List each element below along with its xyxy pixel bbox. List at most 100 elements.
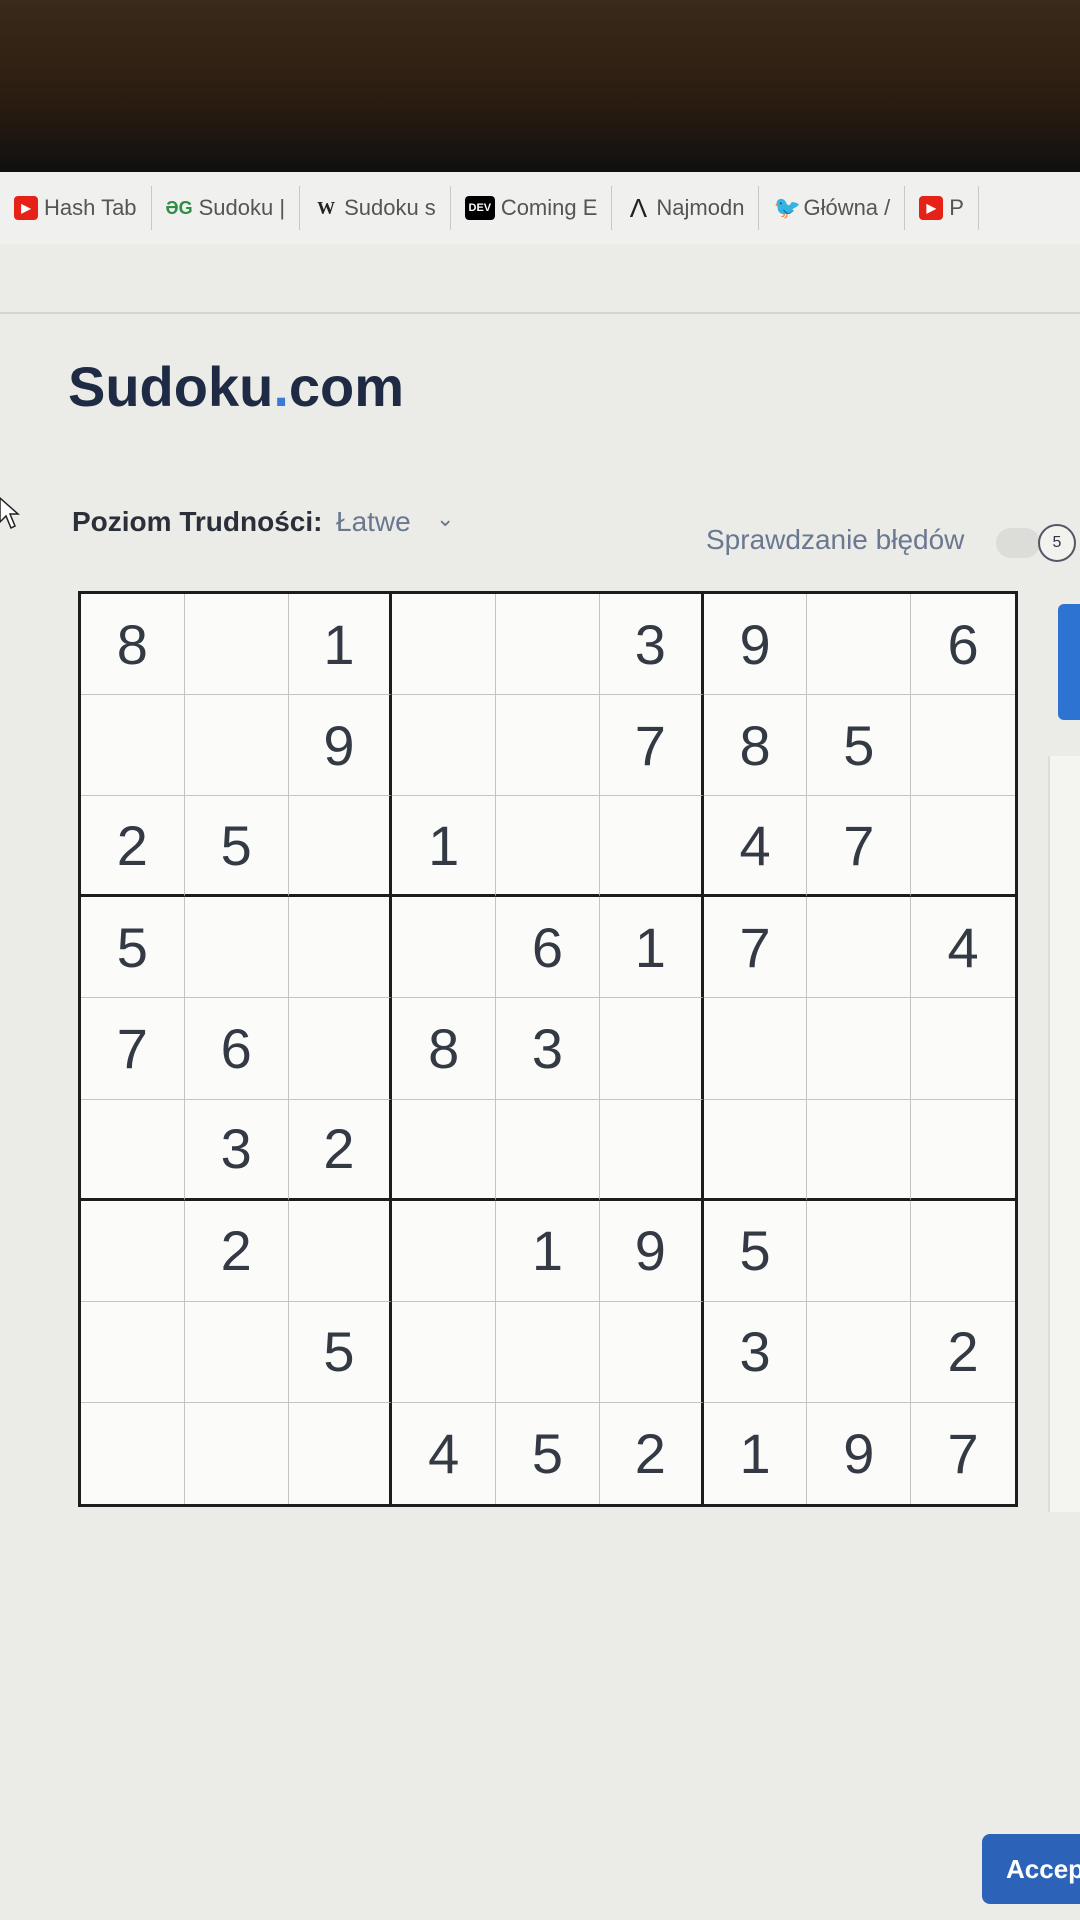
bookmark-gfg-sudoku[interactable]: ƏG Sudoku |: [152, 186, 301, 230]
sudoku-cell[interactable]: [392, 1301, 497, 1403]
sudoku-cell[interactable]: 5: [496, 1402, 600, 1504]
sudoku-cell[interactable]: [807, 594, 912, 696]
sudoku-cell[interactable]: 2: [911, 1302, 1015, 1403]
error-check-toggle[interactable]: [996, 528, 1040, 558]
sudoku-cell[interactable]: 2: [184, 1200, 289, 1302]
sudoku-cell[interactable]: 5: [807, 695, 912, 797]
sudoku-cell[interactable]: [81, 1402, 185, 1504]
sudoku-cell[interactable]: [184, 897, 289, 999]
sudoku-cell[interactable]: [288, 1200, 393, 1302]
sudoku-cell[interactable]: [703, 1099, 808, 1201]
sudoku-cell[interactable]: [599, 1099, 704, 1201]
sudoku-cell[interactable]: 3: [184, 1099, 289, 1201]
chevron-down-icon[interactable]: ⌄: [436, 506, 454, 532]
sudoku-cell[interactable]: 6: [496, 897, 600, 999]
bookmark-youtube-p[interactable]: ▶ P: [905, 186, 979, 230]
bookmark-dev-coming[interactable]: DEV Coming E: [451, 186, 613, 230]
sudoku-cell[interactable]: 8: [392, 998, 497, 1100]
sudoku-cell[interactable]: [81, 1301, 185, 1403]
bookmark-hash-table[interactable]: ▶ Hash Tab: [0, 186, 152, 230]
sudoku-cell[interactable]: 9: [288, 695, 393, 797]
sudoku-cell[interactable]: [807, 1099, 912, 1201]
sudoku-cell[interactable]: 9: [703, 594, 808, 696]
sudoku-cell[interactable]: 4: [911, 897, 1015, 999]
sudoku-cell[interactable]: [496, 1099, 600, 1201]
difficulty-select[interactable]: Łatwe: [336, 506, 411, 538]
sudoku-cell[interactable]: 1: [704, 1402, 808, 1504]
sudoku-cell[interactable]: 7: [599, 695, 704, 797]
sudoku-cell[interactable]: 7: [911, 1403, 1015, 1504]
sudoku-cell[interactable]: 1: [392, 796, 497, 898]
sudoku-cell[interactable]: [81, 1200, 185, 1302]
sudoku-cell[interactable]: 2: [600, 1402, 704, 1504]
sudoku-cell[interactable]: 8: [703, 695, 808, 797]
sudoku-cell[interactable]: [288, 998, 393, 1100]
bookmark-wikipedia-sudoku[interactable]: W Sudoku s: [300, 186, 451, 230]
sudoku-cell[interactable]: [288, 796, 393, 898]
sudoku-cell[interactable]: [185, 1402, 289, 1504]
sudoku-cell[interactable]: 1: [496, 1200, 600, 1302]
sudoku-cell[interactable]: 6: [184, 998, 289, 1100]
sudoku-cell[interactable]: 7: [81, 998, 185, 1100]
sudoku-cell[interactable]: [599, 796, 704, 898]
sudoku-cell[interactable]: [911, 1100, 1015, 1201]
sudoku-cell[interactable]: [81, 695, 185, 797]
sudoku-cell[interactable]: [911, 695, 1015, 797]
sudoku-cell[interactable]: 5: [288, 1301, 393, 1403]
sudoku-cell[interactable]: [807, 998, 912, 1100]
sudoku-cell[interactable]: 5: [81, 897, 185, 999]
sudoku-cell[interactable]: 3: [703, 1301, 808, 1403]
sudoku-cell[interactable]: 7: [703, 897, 808, 999]
bookmark-twitter-glowna[interactable]: 🐦 Główna /: [759, 186, 906, 230]
bookmark-najmodn[interactable]: Λ Najmodn: [612, 186, 760, 230]
sudoku-cell[interactable]: 2: [81, 796, 185, 898]
sudoku-cell[interactable]: [599, 1301, 704, 1403]
sudoku-cell[interactable]: 1: [599, 897, 704, 999]
sudoku-cell[interactable]: 3: [599, 594, 704, 696]
sudoku-cell[interactable]: 9: [599, 1200, 704, 1302]
sudoku-cell[interactable]: [599, 998, 704, 1100]
logo-tld: com: [288, 355, 405, 418]
wikipedia-icon: W: [317, 198, 336, 218]
sudoku-cell[interactable]: [911, 1201, 1015, 1302]
sudoku-cell[interactable]: [392, 695, 497, 797]
sudoku-cell[interactable]: [289, 1402, 393, 1504]
sudoku-cell[interactable]: [392, 1200, 497, 1302]
sudoku-cell[interactable]: 8: [81, 594, 185, 696]
sudoku-cell[interactable]: [496, 1301, 600, 1403]
sudoku-cell[interactable]: [807, 1200, 912, 1302]
sudoku-cell[interactable]: 1: [288, 594, 393, 696]
sudoku-cell[interactable]: [288, 897, 393, 999]
youtube-icon: ▶: [14, 196, 38, 220]
bookmark-label: P: [949, 195, 964, 220]
sudoku-cell[interactable]: [392, 1099, 497, 1201]
sudoku-cell[interactable]: [496, 594, 600, 696]
sudoku-cell[interactable]: [911, 796, 1015, 898]
accept-button[interactable]: Accept: [982, 1834, 1080, 1904]
sudoku-cell[interactable]: [703, 998, 808, 1100]
sudoku-cell[interactable]: 7: [807, 796, 912, 898]
sudoku-cell[interactable]: [496, 796, 600, 898]
sudoku-cell[interactable]: [392, 594, 497, 696]
sudoku-cell[interactable]: 4: [703, 796, 808, 898]
sudoku-cell[interactable]: [81, 1099, 185, 1201]
badge-icon[interactable]: 5: [1038, 524, 1076, 562]
sudoku-cell[interactable]: [184, 594, 289, 696]
sudoku-cell[interactable]: 9: [807, 1402, 912, 1504]
sudoku-cell[interactable]: [184, 1301, 289, 1403]
sudoku-cell[interactable]: [807, 897, 912, 999]
sudoku-cell[interactable]: 3: [496, 998, 600, 1100]
logo-dot: .: [273, 355, 289, 418]
sudoku-cell[interactable]: [496, 695, 600, 797]
sudoku-cell[interactable]: 5: [703, 1200, 808, 1302]
sudoku-cell[interactable]: 5: [184, 796, 289, 898]
sudoku-cell[interactable]: [807, 1301, 912, 1403]
sudoku-cell[interactable]: [392, 897, 497, 999]
sudoku-cell[interactable]: [184, 695, 289, 797]
sudoku-cell[interactable]: 6: [911, 594, 1015, 696]
side-action-button[interactable]: [1058, 604, 1080, 720]
sudoku-cell[interactable]: 2: [288, 1099, 393, 1201]
site-logo[interactable]: Sudoku.com: [68, 354, 404, 419]
sudoku-cell[interactable]: 4: [392, 1402, 497, 1504]
sudoku-cell[interactable]: [911, 998, 1015, 1100]
